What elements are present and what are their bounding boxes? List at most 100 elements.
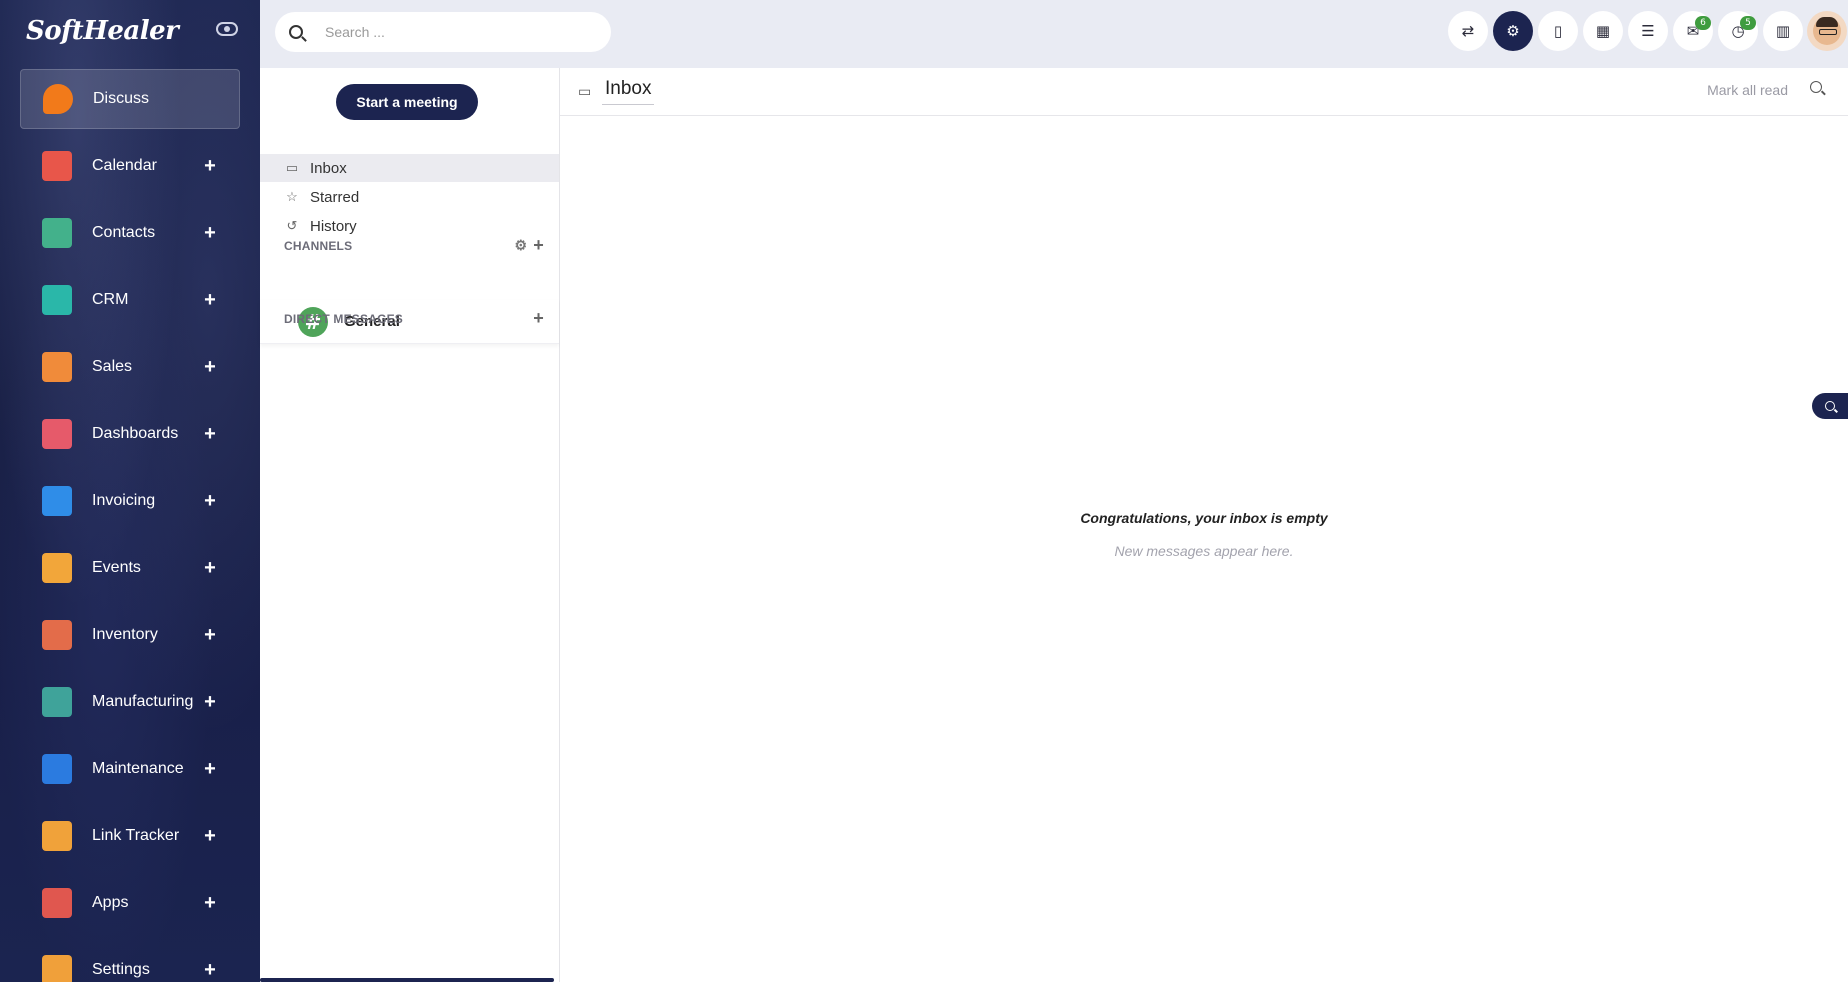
global-search[interactable]	[275, 12, 611, 52]
calculator-icon: ▦	[1595, 22, 1611, 40]
app-item-settings[interactable]: Settings +	[20, 940, 240, 982]
activity-clock-button[interactable]: ◷ 5	[1718, 11, 1758, 51]
app-item-discuss[interactable]: Discuss	[20, 69, 240, 129]
app-item-label: Inventory	[92, 626, 158, 643]
search-icon	[289, 25, 303, 39]
app-item-label: Settings	[92, 961, 150, 978]
app-item-label: Manufacturing	[92, 693, 194, 710]
calculator-button[interactable]: ▦	[1583, 11, 1623, 51]
add-channel-icon[interactable]: +	[533, 235, 544, 256]
sidebar-scrollbar[interactable]	[260, 978, 554, 982]
direct-messages-label[interactable]: DIRECT MESSAGES	[284, 312, 533, 326]
app-item-maintenance[interactable]: Maintenance +	[20, 739, 240, 799]
direct-messages-header: DIRECT MESSAGES +	[284, 308, 544, 329]
thread-view: ▭ Inbox Mark all read Congratulations, y…	[560, 68, 1848, 982]
app-add-icon[interactable]: +	[202, 222, 218, 245]
search-input[interactable]	[325, 24, 585, 40]
app-add-icon[interactable]: +	[202, 423, 218, 446]
app-add-icon[interactable]: +	[202, 691, 218, 714]
thread-search-icon[interactable]	[1810, 81, 1822, 93]
app-item-label: Sales	[92, 358, 133, 375]
translate-button[interactable]: ⇄	[1448, 11, 1488, 51]
top-navbar: ⇄ ⚙ ▯ ▦ ☰ ✉6◷5 ▥	[260, 0, 1848, 68]
app-add-icon[interactable]: +	[202, 289, 218, 312]
thread-header: ▭ Inbox Mark all read	[560, 68, 1848, 116]
mailbox-label: History	[310, 217, 357, 235]
app-item-calendar[interactable]: Calendar +	[20, 136, 240, 196]
notification-badge: 5	[1740, 16, 1756, 30]
channel-settings-icon[interactable]: ⚙	[515, 237, 528, 254]
app-add-icon[interactable]: +	[202, 758, 218, 781]
gear-button[interactable]: ⚙	[1493, 11, 1533, 51]
app-item-label: Invoicing	[92, 492, 156, 509]
channels-header: CHANNELS ⚙ +	[284, 235, 544, 256]
translate-icon: ⇄	[1461, 22, 1475, 40]
app-add-icon[interactable]: +	[202, 356, 218, 379]
inventory-icon	[42, 620, 72, 650]
sales-icon	[42, 352, 72, 382]
mark-all-read-button[interactable]: Mark all read	[1707, 82, 1788, 98]
app-item-label: Apps	[92, 894, 129, 911]
building-button[interactable]: ▥	[1763, 11, 1803, 51]
mailbox-label: Starred	[310, 188, 360, 206]
maintenance-icon	[42, 754, 72, 784]
avatar-image	[1813, 17, 1841, 45]
app-item-label: Contacts	[92, 224, 156, 241]
bookmark-icon: ▯	[1553, 22, 1563, 40]
app-item-events[interactable]: Events +	[20, 538, 240, 598]
app-item-crm[interactable]: CRM +	[20, 270, 240, 330]
discuss-icon	[43, 84, 73, 114]
app-item-sales[interactable]: Sales +	[20, 337, 240, 397]
app-item-label: Discuss	[93, 90, 150, 107]
empty-inbox-title: Congratulations, your inbox is empty	[1080, 510, 1328, 526]
app-add-icon[interactable]: +	[202, 155, 218, 178]
inbox-icon: ▭	[578, 84, 592, 100]
app-item-manufacturing[interactable]: Manufacturing +	[20, 672, 240, 732]
app-item-label: Link Tracker	[92, 827, 180, 844]
brand-logo[interactable]: SoftHealer	[26, 16, 179, 46]
app-item-label: Events	[92, 559, 141, 576]
user-avatar[interactable]	[1807, 11, 1847, 51]
invoicing-icon	[42, 486, 72, 516]
app-item-link-tracker[interactable]: Link Tracker +	[20, 806, 240, 866]
link-tracker-icon	[42, 821, 72, 851]
app-add-icon[interactable]: +	[202, 557, 218, 580]
mailbox-inbox[interactable]: ▭ Inbox	[260, 154, 559, 182]
list-toggle-icon: ☰	[1641, 22, 1655, 40]
star-icon: ☆	[286, 189, 298, 204]
mailbox-starred[interactable]: ☆ Starred	[260, 183, 559, 211]
app-add-icon[interactable]: +	[202, 624, 218, 647]
app-item-label: Calendar	[92, 157, 157, 174]
app-add-icon[interactable]: +	[202, 490, 218, 513]
app-item-label: Maintenance	[92, 760, 184, 777]
bookmark-button[interactable]: ▯	[1538, 11, 1578, 51]
mailbox-label: Inbox	[310, 159, 347, 177]
zoom-icon	[1825, 401, 1835, 411]
add-direct-message-icon[interactable]: +	[533, 308, 544, 329]
app-item-apps[interactable]: Apps +	[20, 873, 240, 933]
gear-icon: ⚙	[1506, 22, 1520, 40]
sidebar-toggle-icon[interactable]	[216, 22, 238, 36]
notification-badge: 6	[1695, 16, 1711, 30]
app-add-icon[interactable]: +	[202, 959, 218, 982]
crm-icon	[42, 285, 72, 315]
contacts-icon	[42, 218, 72, 248]
app-item-invoicing[interactable]: Invoicing +	[20, 471, 240, 531]
app-sidebar: SoftHealer Discuss Calendar + Contacts + CRM +…	[0, 0, 260, 982]
events-icon	[42, 553, 72, 583]
chat-button[interactable]: ✉ 6	[1673, 11, 1713, 51]
start-meeting-button[interactable]: Start a meeting	[336, 84, 478, 120]
app-item-label: CRM	[92, 291, 129, 308]
app-item-contacts[interactable]: Contacts +	[20, 203, 240, 263]
app-add-icon[interactable]: +	[202, 825, 218, 848]
app-add-icon[interactable]: +	[202, 892, 218, 915]
app-item-dashboards[interactable]: Dashboards +	[20, 404, 240, 464]
app-item-label: Dashboards	[92, 425, 179, 442]
zoom-in-button[interactable]	[1812, 393, 1848, 419]
apps-icon	[42, 888, 72, 918]
empty-inbox-subtitle: New messages appear here.	[1114, 543, 1294, 559]
calendar-icon	[42, 151, 72, 181]
channels-label[interactable]: CHANNELS	[284, 239, 515, 253]
list-toggle-button[interactable]: ☰	[1628, 11, 1668, 51]
app-item-inventory[interactable]: Inventory +	[20, 605, 240, 665]
